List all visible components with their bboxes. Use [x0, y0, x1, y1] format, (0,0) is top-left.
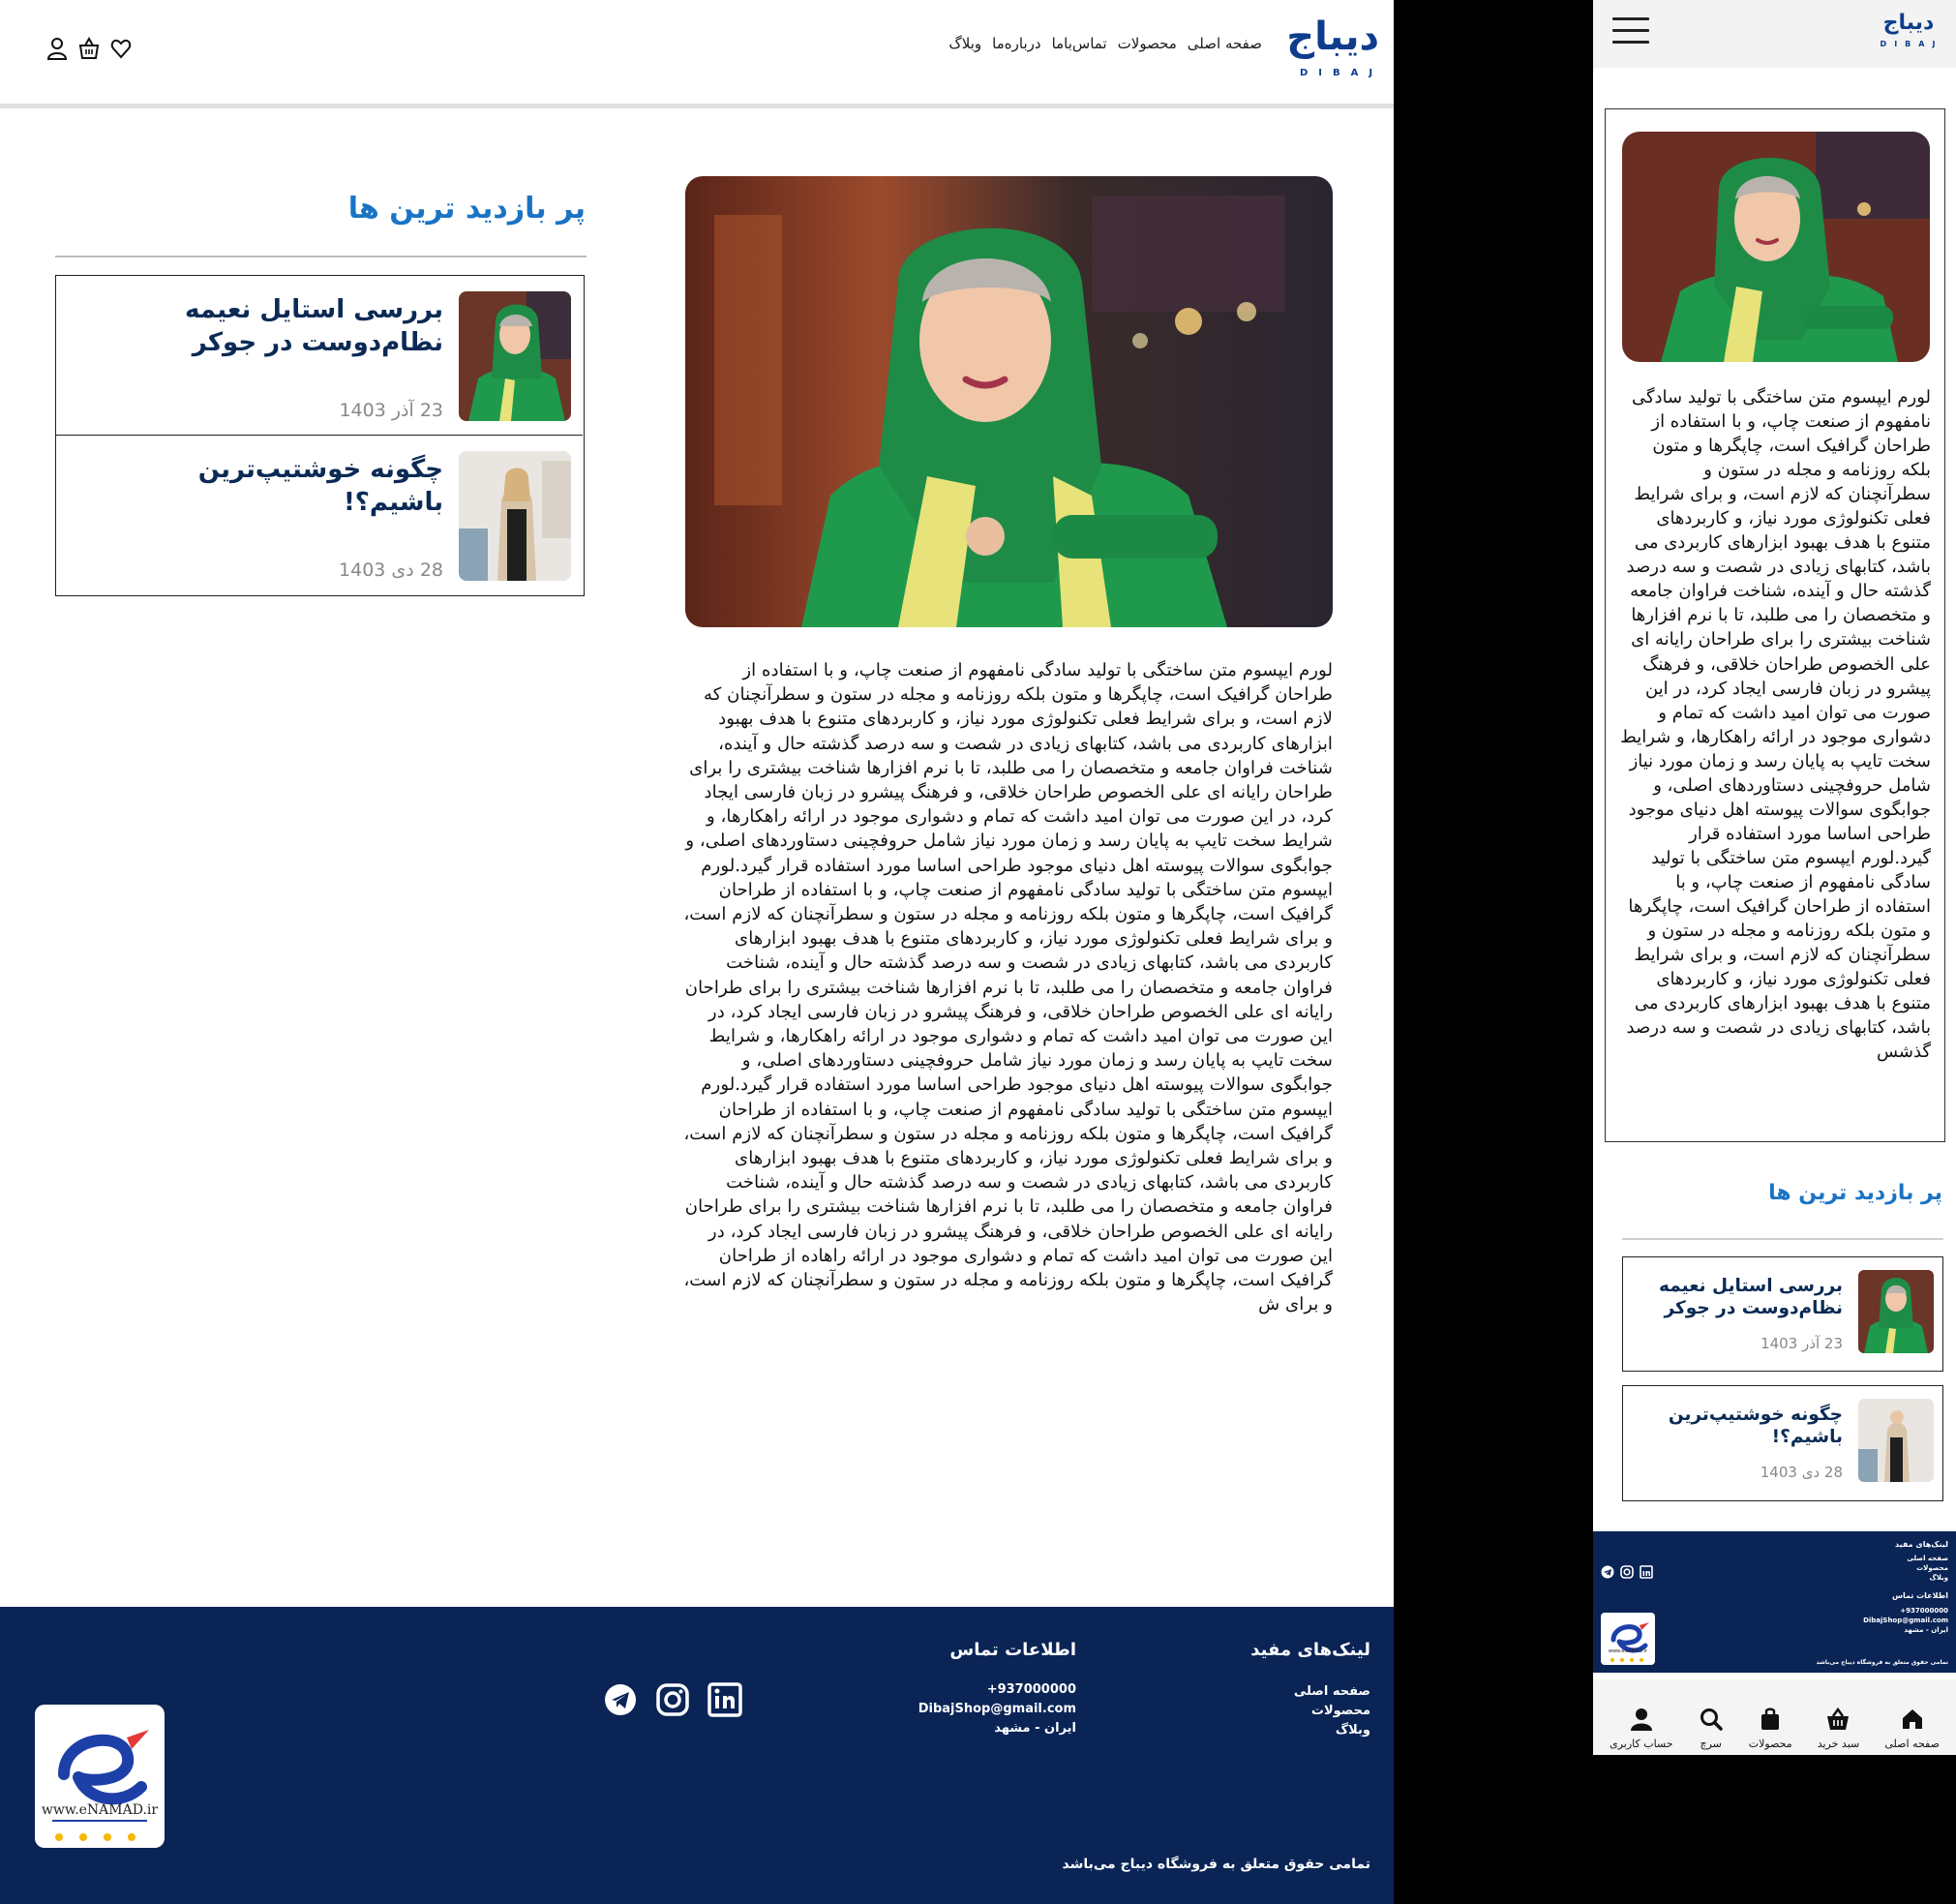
- nav-contact[interactable]: تماس‌باما: [1052, 35, 1107, 52]
- bottom-nav-products[interactable]: محصولات: [1749, 1707, 1792, 1755]
- header-actions: [46, 36, 132, 60]
- sidebar-title: پر بازدید ترین ها: [1768, 1181, 1942, 1205]
- bag-icon: [1761, 1708, 1780, 1730]
- article-hero-image: [685, 176, 1333, 627]
- nav-about[interactable]: درباره‌ما: [992, 35, 1040, 52]
- basket-icon: [1827, 1707, 1850, 1730]
- footer-links-title: لینک‌های مفید: [1250, 1640, 1370, 1660]
- post-thumbnail: [1858, 1399, 1934, 1482]
- footer-link-home[interactable]: صفحه اصلی: [1907, 1555, 1948, 1562]
- bottom-nav-cart[interactable]: سبد خرید: [1817, 1707, 1860, 1755]
- mobile-article-card: لورم ایپسوم متن ساختگی با تولید سادگی نا…: [1605, 108, 1945, 1142]
- footer-contact-title: اطلاعات تماس: [1891, 1591, 1948, 1600]
- heart-icon[interactable]: [110, 37, 132, 60]
- footer-contact-title: اطلاعات تماس: [949, 1640, 1076, 1660]
- sidebar-divider: [1622, 1238, 1943, 1240]
- enamad-url: www.eNAMAD.ir: [1608, 1648, 1648, 1654]
- bottom-nav-label: سبد خرید: [1817, 1738, 1860, 1750]
- telegram-icon[interactable]: [603, 1680, 638, 1719]
- post-title[interactable]: چگونه خوشتیپ‌ترین باشیم؟!: [1635, 1404, 1843, 1448]
- footer-address: ایران - مشهد: [994, 1721, 1076, 1736]
- post-thumbnail: [459, 451, 571, 581]
- article-hero-image: [1622, 132, 1930, 362]
- mobile-header: دیباج DIBAJ: [1593, 0, 1956, 68]
- article-body: لورم ایپسوم متن ساختگی با تولید سادگی نا…: [683, 660, 1333, 1315]
- sidebar-divider: [55, 256, 587, 257]
- mobile-view: دیباج DIBAJ لورم ایپسوم متن ساختگی با تو…: [1593, 0, 1956, 1755]
- social-links: [1601, 1565, 1653, 1579]
- mobile-article-body: لورم ایپسوم متن ساختگی با تولید سادگی نا…: [1620, 387, 1931, 1063]
- linkedin-icon[interactable]: [1640, 1565, 1653, 1579]
- user-icon: [1630, 1708, 1652, 1731]
- post-thumbnail: [1858, 1270, 1934, 1353]
- footer-phone[interactable]: +937000000: [987, 1682, 1076, 1697]
- enamad-url: www.eNAMAD.ir: [41, 1802, 159, 1818]
- bottom-nav-label: حساب کاربری: [1610, 1738, 1673, 1750]
- screenshot-stage: دیباج DIBAJ صفحه اصلی محصولات تماس‌باما …: [0, 0, 1956, 1904]
- bottom-nav-search[interactable]: سرچ: [1699, 1707, 1724, 1755]
- brand-name-fa: دیباج: [1882, 11, 1935, 35]
- social-links: [603, 1680, 742, 1719]
- footer-link-products[interactable]: محصولات: [1311, 1704, 1370, 1718]
- user-icon[interactable]: [46, 37, 68, 60]
- footer-link-home[interactable]: صفحه اصلی: [1294, 1684, 1370, 1699]
- post-title[interactable]: بررسی استایل نعیمه نظام‌دوست در جوکر: [1635, 1275, 1843, 1319]
- post-date: 23 آذر 1403: [1760, 1335, 1843, 1352]
- footer-link-blog[interactable]: وبلاگ: [1336, 1723, 1370, 1738]
- footer-link-blog[interactable]: وبلاگ: [1930, 1574, 1948, 1582]
- brand-name-fa: دیباج: [1286, 15, 1379, 59]
- bottom-nav-account[interactable]: حساب کاربری: [1610, 1707, 1673, 1755]
- post-title[interactable]: چگونه خوشتیپ‌ترین باشیم؟!: [95, 453, 443, 519]
- enamad-badge[interactable]: www.eNAMAD.ir: [35, 1705, 165, 1848]
- hamburger-menu-icon[interactable]: [1612, 17, 1649, 45]
- post-date: 28 دی 1403: [1760, 1464, 1843, 1481]
- footer-link-products[interactable]: محصولات: [1916, 1564, 1948, 1572]
- footer-email[interactable]: DibajShop@gmail.com: [918, 1702, 1076, 1716]
- bottom-nav-label: محصولات: [1748, 1738, 1792, 1750]
- basket-icon[interactable]: [78, 36, 100, 60]
- nav-blog[interactable]: وبلاگ: [948, 35, 981, 52]
- footer-links-title: لینک‌های مفید: [1895, 1540, 1948, 1549]
- footer-address: ایران - مشهد: [1904, 1626, 1948, 1634]
- footer-phone[interactable]: +937000000: [1900, 1607, 1948, 1615]
- brand-name-en: DIBAJ: [1880, 40, 1943, 48]
- enamad-badge[interactable]: www.eNAMAD.ir: [1601, 1613, 1655, 1665]
- home-icon: [1902, 1709, 1922, 1729]
- bottom-nav-home[interactable]: صفحه اصلی: [1884, 1707, 1940, 1755]
- footer-email[interactable]: DibajShop@gmail.com: [1863, 1617, 1948, 1624]
- mobile-bottom-nav: صفحه اصلی سبد خرید محصولات سرچ حساب کارب…: [1593, 1679, 1956, 1755]
- telegram-icon[interactable]: [1601, 1565, 1614, 1579]
- bottom-nav-label: صفحه اصلی: [1884, 1738, 1940, 1750]
- popular-post[interactable]: چگونه خوشتیپ‌ترین باشیم؟! 28 دی 1403: [1622, 1385, 1943, 1501]
- brand-logo[interactable]: دیباج DIBAJ: [1286, 15, 1384, 78]
- post-thumbnail: [459, 291, 571, 421]
- popular-post[interactable]: بررسی استایل نعیمه نظام‌دوست در جوکر 23 …: [56, 276, 583, 435]
- post-title[interactable]: بررسی استایل نعیمه نظام‌دوست در جوکر: [95, 293, 443, 359]
- linkedin-icon[interactable]: [707, 1680, 742, 1719]
- footer-copyright: تمامی حقوق متعلق به فروشگاه دیباج می‌باش…: [1816, 1659, 1948, 1666]
- popular-post[interactable]: بررسی استایل نعیمه نظام‌دوست در جوکر 23 …: [1622, 1256, 1943, 1372]
- nav-home[interactable]: صفحه اصلی: [1188, 35, 1262, 52]
- footer-copyright: تمامی حقوق متعلق به فروشگاه دیباج می‌باش…: [1062, 1857, 1370, 1872]
- site-footer: لینک‌های مفید صفحه اصلی محصولات وبلاگ اط…: [0, 1607, 1394, 1904]
- main-nav: صفحه اصلی محصولات تماس‌باما درباره‌ما وب…: [948, 35, 1262, 52]
- search-icon: [1700, 1708, 1723, 1731]
- brand-name-en: DIBAJ: [1300, 68, 1384, 78]
- nav-products[interactable]: محصولات: [1118, 35, 1177, 52]
- desktop-view: دیباج DIBAJ صفحه اصلی محصولات تماس‌باما …: [0, 0, 1394, 1904]
- instagram-icon[interactable]: [655, 1680, 690, 1719]
- post-date: 23 آذر 1403: [339, 400, 443, 421]
- sidebar-title: پر بازدید ترین ها: [347, 192, 586, 226]
- site-header: دیباج DIBAJ صفحه اصلی محصولات تماس‌باما …: [0, 0, 1394, 108]
- post-date: 28 دی 1403: [339, 559, 443, 581]
- brand-logo[interactable]: دیباج DIBAJ: [1874, 11, 1943, 48]
- popular-posts-list: بررسی استایل نعیمه نظام‌دوست در جوکر 23 …: [55, 275, 585, 596]
- instagram-icon[interactable]: [1620, 1565, 1634, 1579]
- mobile-footer: لینک‌های مفید صفحه اصلی محصولات وبلاگ اط…: [1593, 1531, 1956, 1673]
- bottom-nav-label: سرچ: [1700, 1738, 1722, 1750]
- popular-post[interactable]: چگونه خوشتیپ‌ترین باشیم؟! 28 دی 1403: [56, 435, 583, 593]
